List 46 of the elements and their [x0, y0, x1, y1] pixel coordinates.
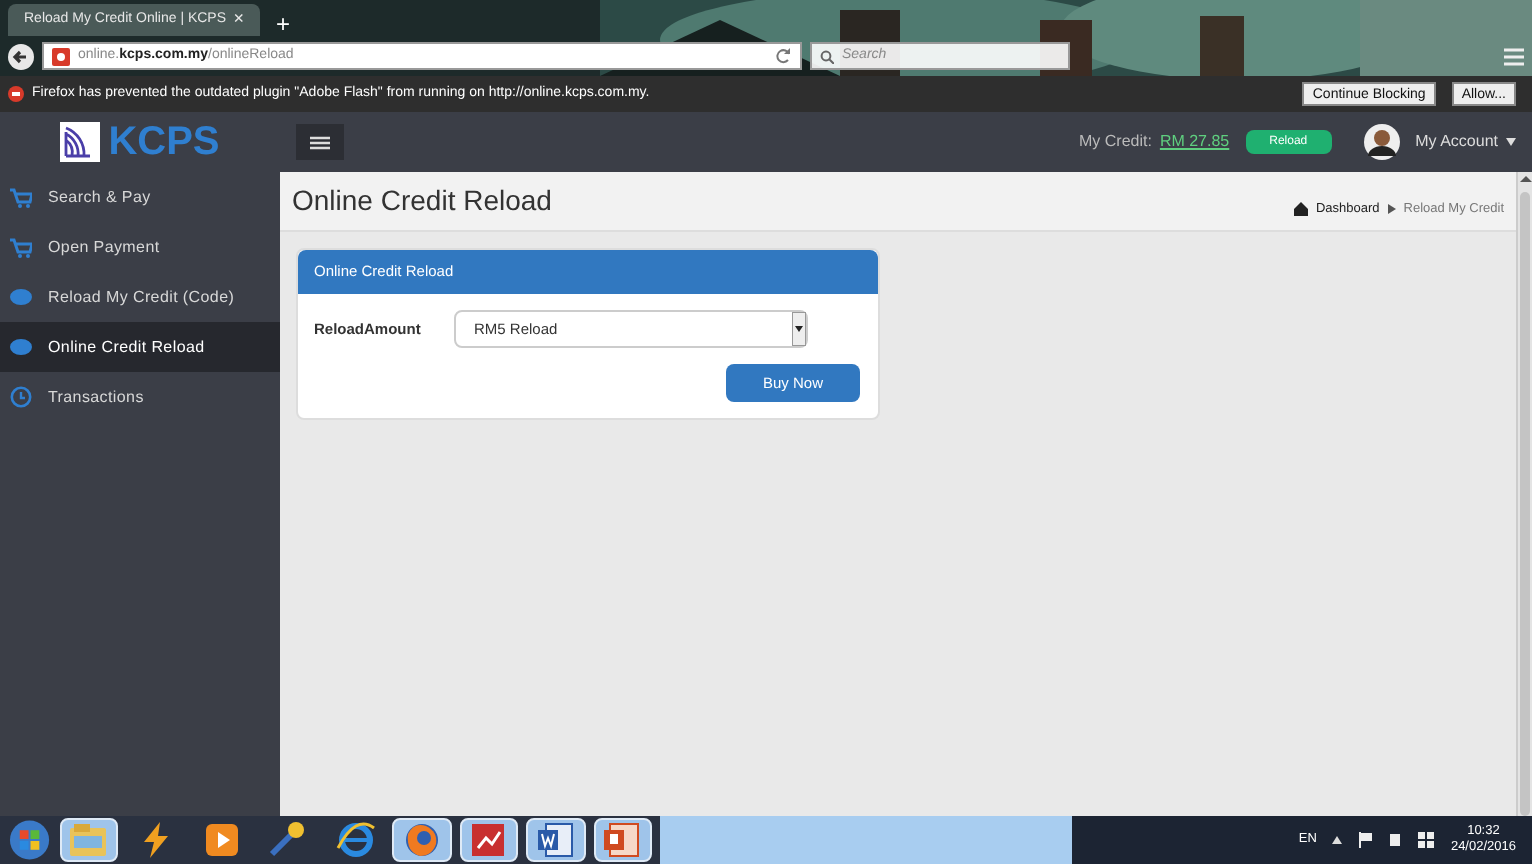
sidebar-item[interactable]: Open Payment [0, 222, 280, 272]
credit-label: My Credit: [1078, 130, 1152, 154]
caret-down-icon[interactable] [1506, 138, 1516, 146]
chevron-icon [1387, 204, 1396, 214]
device-icon[interactable] [1388, 832, 1403, 848]
search-icon [820, 49, 834, 63]
start-button[interactable] [8, 818, 52, 862]
logo-icon [60, 122, 101, 162]
page-title: Online Credit Reload [292, 182, 552, 220]
cart-icon [10, 187, 32, 207]
avatar-icon [1363, 124, 1400, 160]
credit-amount-link[interactable]: RM 27.85 [1159, 130, 1230, 154]
sidebar-item[interactable]: Search & Pay [0, 172, 280, 222]
logo-text: KCPS [108, 122, 220, 162]
caret-up-icon[interactable] [1332, 836, 1343, 844]
sidebar-item[interactable]: Transactions [0, 372, 280, 422]
back-arrow-icon[interactable] [8, 43, 34, 69]
scrollbar[interactable] [1516, 172, 1532, 816]
dropdown-arrow-icon [792, 312, 806, 346]
reload-icon[interactable] [776, 48, 792, 64]
taskbar-app[interactable] [593, 818, 652, 862]
home-icon [1293, 202, 1308, 216]
sidebar-item[interactable]: Online Credit Reload [0, 322, 280, 372]
taskbar-app[interactable] [459, 818, 519, 862]
plugin-blocked-icon [8, 86, 24, 102]
sidebar-item[interactable]: Reload My Credit (Code) [0, 272, 280, 322]
account-menu[interactable]: My Account [1415, 130, 1498, 154]
play-icon[interactable] [201, 822, 242, 858]
taskbar-app[interactable] [526, 818, 586, 862]
fox-globe-icon[interactable] [402, 822, 443, 858]
slides-app-icon[interactable] [602, 822, 643, 858]
taskbar-app[interactable] [59, 818, 118, 862]
clock-icon [10, 386, 32, 408]
document-app-icon[interactable] [535, 822, 576, 858]
wrench-icon[interactable] [268, 822, 309, 858]
close-tab-button[interactable]: × [233, 6, 244, 34]
menu-button[interactable] [296, 124, 344, 160]
cart-icon [10, 237, 32, 257]
menu-icon[interactable] [1504, 47, 1524, 65]
flag-icon[interactable] [1358, 832, 1373, 848]
plugin-warning-icon [52, 47, 70, 65]
menu-icon [310, 135, 330, 149]
windows-logo-icon[interactable] [1418, 832, 1435, 848]
browser-e-icon[interactable] [335, 822, 376, 858]
chart-app-icon[interactable] [468, 822, 509, 858]
new-tab-button[interactable]: + [268, 12, 299, 36]
